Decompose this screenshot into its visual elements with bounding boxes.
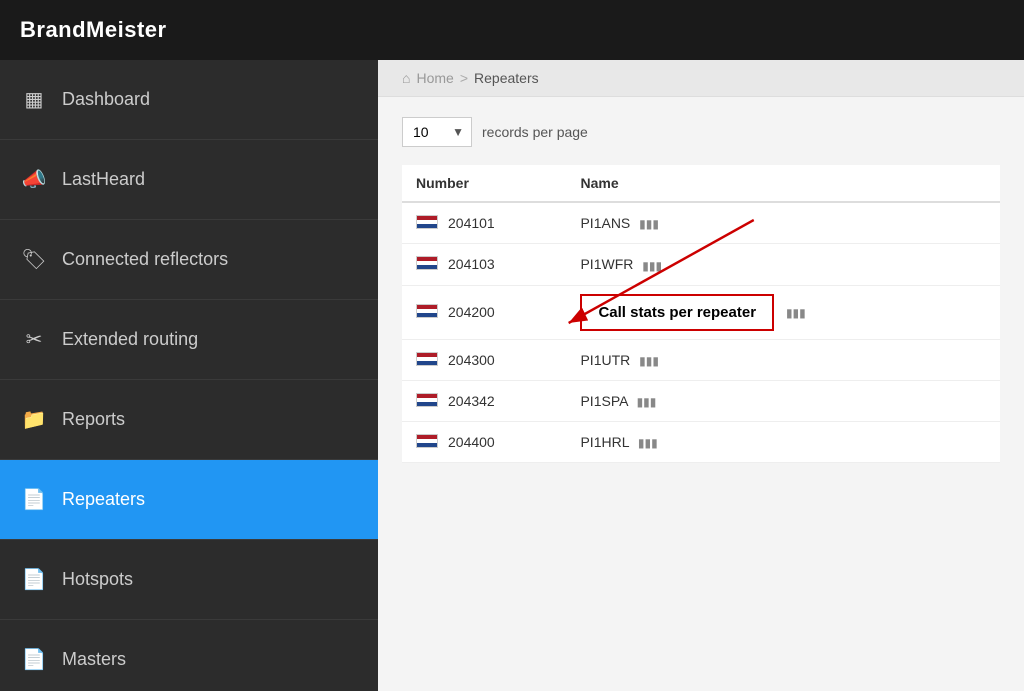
repeaters-icon: 📄 bbox=[20, 487, 48, 512]
sidebar-item-hotspots[interactable]: 📄 Hotspots bbox=[0, 540, 378, 620]
cell-number: 204103 bbox=[402, 244, 566, 285]
tooltip-text: Call stats per repeater bbox=[598, 304, 756, 321]
sidebar-label-extended-routing: Extended routing bbox=[62, 329, 198, 350]
repeater-name: PI1SPA bbox=[580, 393, 627, 409]
breadcrumb-current: Repeaters bbox=[474, 70, 539, 86]
stats-chart-icon[interactable]: ▮▮▮ bbox=[786, 306, 806, 320]
stats-chart-icon[interactable]: ▮▮▮ bbox=[642, 259, 662, 273]
cell-name-tooltip: Call stats per repeater ▮▮▮ bbox=[566, 285, 956, 339]
flag-nl bbox=[416, 352, 438, 366]
cell-number: 204200 bbox=[402, 285, 566, 339]
repeater-number: 204200 bbox=[448, 304, 495, 320]
cell-status bbox=[957, 285, 1000, 339]
call-stats-tooltip: Call stats per repeater bbox=[580, 294, 774, 331]
col-number: Number bbox=[402, 165, 566, 202]
sidebar-item-connected-reflectors[interactable]: 🏷 Connected reflectors bbox=[0, 220, 378, 300]
table-row: 204101 PI1ANS ▮▮▮ bbox=[402, 202, 1000, 244]
cell-status bbox=[957, 380, 1000, 421]
cell-status bbox=[957, 202, 1000, 244]
cell-status bbox=[957, 339, 1000, 380]
sidebar-item-dashboard[interactable]: ▦ Dashboard bbox=[0, 60, 378, 140]
sidebar-label-connected-reflectors: Connected reflectors bbox=[62, 249, 228, 270]
content-area: ⌂ Home > Repeaters 10 25 50 100 ▼ record… bbox=[378, 60, 1024, 691]
cell-status bbox=[957, 244, 1000, 285]
sidebar-item-extended-routing[interactable]: ✂ Extended routing bbox=[0, 300, 378, 380]
hotspots-icon: 📄 bbox=[20, 567, 48, 592]
cell-name: PI1UTR ▮▮▮ bbox=[566, 339, 956, 380]
stats-chart-icon[interactable]: ▮▮▮ bbox=[637, 395, 657, 409]
records-per-page-select[interactable]: 10 25 50 100 bbox=[402, 117, 472, 147]
lastheard-icon: 📣 bbox=[20, 167, 48, 192]
repeater-number: 204300 bbox=[448, 352, 495, 368]
col-name: Name bbox=[566, 165, 956, 202]
sidebar-item-reports[interactable]: 📁 Reports bbox=[0, 380, 378, 460]
repeater-name: PI1ANS bbox=[580, 215, 630, 231]
cell-name: PI1ANS ▮▮▮ bbox=[566, 202, 956, 244]
sidebar-label-hotspots: Hotspots bbox=[62, 569, 133, 590]
table-row: 204342 PI1SPA ▮▮▮ bbox=[402, 380, 1000, 421]
stats-chart-icon[interactable]: ▮▮▮ bbox=[639, 217, 659, 231]
repeater-number: 204342 bbox=[448, 393, 495, 409]
sidebar: ▦ Dashboard 📣 LastHeard 🏷 Connected refl… bbox=[0, 60, 378, 691]
app-header: BrandMeister bbox=[0, 0, 1024, 60]
routing-icon: ✂ bbox=[20, 327, 48, 352]
content-inner: 10 25 50 100 ▼ records per page bbox=[378, 97, 1024, 691]
sidebar-item-lastheard[interactable]: 📣 LastHeard bbox=[0, 140, 378, 220]
cell-name: PI1SPA ▮▮▮ bbox=[566, 380, 956, 421]
cell-number: 204342 bbox=[402, 380, 566, 421]
flag-nl bbox=[416, 393, 438, 407]
cell-number: 204400 bbox=[402, 422, 566, 463]
cell-name: PI1WFR ▮▮▮ bbox=[566, 244, 956, 285]
table-row: 204103 PI1WFR ▮▮▮ bbox=[402, 244, 1000, 285]
repeater-number: 204400 bbox=[448, 434, 495, 450]
stats-chart-icon[interactable]: ▮▮▮ bbox=[638, 436, 658, 450]
main-layout: ▦ Dashboard 📣 LastHeard 🏷 Connected refl… bbox=[0, 60, 1024, 691]
sidebar-label-dashboard: Dashboard bbox=[62, 89, 150, 110]
sidebar-label-reports: Reports bbox=[62, 409, 125, 430]
records-per-page-label: records per page bbox=[482, 124, 588, 140]
flag-nl bbox=[416, 304, 438, 318]
cell-number: 204101 bbox=[402, 202, 566, 244]
sidebar-item-repeaters[interactable]: 📄 Repeaters bbox=[0, 460, 378, 540]
reports-icon: 📁 bbox=[20, 407, 48, 432]
sidebar-label-masters: Masters bbox=[62, 649, 126, 670]
repeaters-table: Number Name 204101 bbox=[402, 165, 1000, 463]
flag-nl bbox=[416, 256, 438, 270]
home-icon: ⌂ bbox=[402, 70, 410, 86]
table-row: 204200 Call stats per repeater ▮▮▮ bbox=[402, 285, 1000, 339]
records-per-page-row: 10 25 50 100 ▼ records per page bbox=[402, 117, 1000, 147]
flag-nl bbox=[416, 434, 438, 448]
breadcrumb-home[interactable]: Home bbox=[416, 70, 453, 86]
sidebar-label-repeaters: Repeaters bbox=[62, 489, 145, 510]
col-extra bbox=[957, 165, 1000, 202]
app-title: BrandMeister bbox=[20, 17, 167, 43]
repeater-number: 204103 bbox=[448, 256, 495, 272]
repeater-name: PI1UTR bbox=[580, 352, 630, 368]
repeater-number: 204101 bbox=[448, 215, 495, 231]
cell-name: PI1HRL ▮▮▮ bbox=[566, 422, 956, 463]
table-header-row: Number Name bbox=[402, 165, 1000, 202]
reflectors-icon: 🏷 bbox=[20, 247, 48, 272]
table-row: 204400 PI1HRL ▮▮▮ bbox=[402, 422, 1000, 463]
sidebar-label-lastheard: LastHeard bbox=[62, 169, 145, 190]
masters-icon: 📄 bbox=[20, 647, 48, 672]
repeater-name: PI1HRL bbox=[580, 434, 629, 450]
breadcrumb-separator: > bbox=[460, 70, 468, 86]
breadcrumb: ⌂ Home > Repeaters bbox=[378, 60, 1024, 97]
stats-chart-icon[interactable]: ▮▮▮ bbox=[639, 354, 659, 368]
sidebar-item-masters[interactable]: 📄 Masters bbox=[0, 620, 378, 691]
dashboard-icon: ▦ bbox=[20, 87, 48, 112]
table-wrapper: Number Name 204101 bbox=[402, 165, 1000, 463]
table-row: 204300 PI1UTR ▮▮▮ bbox=[402, 339, 1000, 380]
records-select-wrapper[interactable]: 10 25 50 100 ▼ bbox=[402, 117, 472, 147]
flag-nl bbox=[416, 215, 438, 229]
repeater-name: PI1WFR bbox=[580, 256, 633, 272]
cell-status bbox=[957, 422, 1000, 463]
cell-number: 204300 bbox=[402, 339, 566, 380]
